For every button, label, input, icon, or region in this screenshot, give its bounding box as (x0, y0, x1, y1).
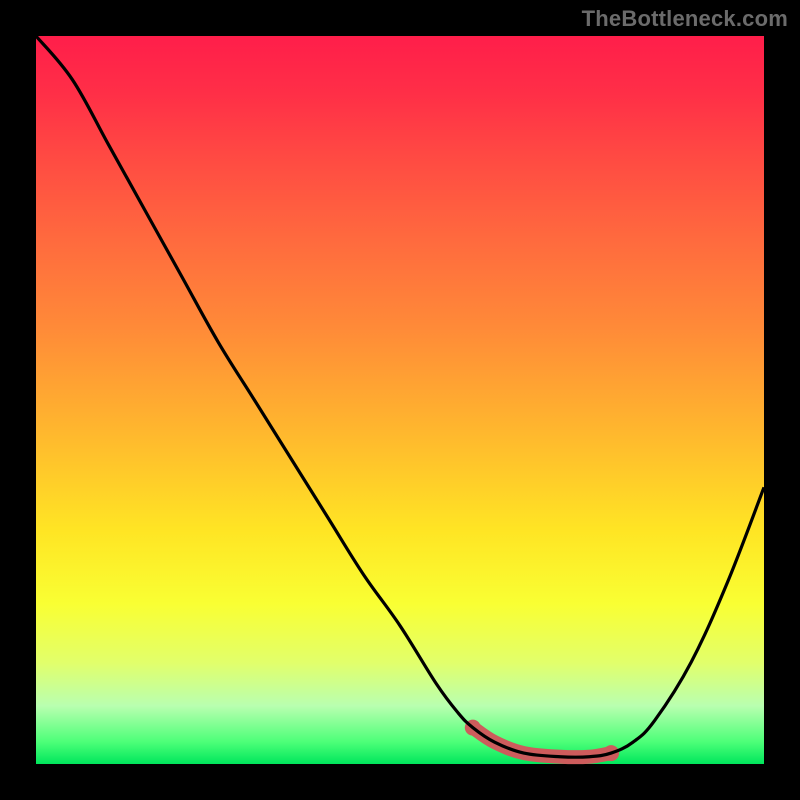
chart-svg (36, 36, 764, 764)
bottleneck-curve (36, 36, 764, 757)
plot-area (36, 36, 764, 764)
credit-label: TheBottleneck.com (582, 6, 788, 32)
chart-frame: TheBottleneck.com (0, 0, 800, 800)
